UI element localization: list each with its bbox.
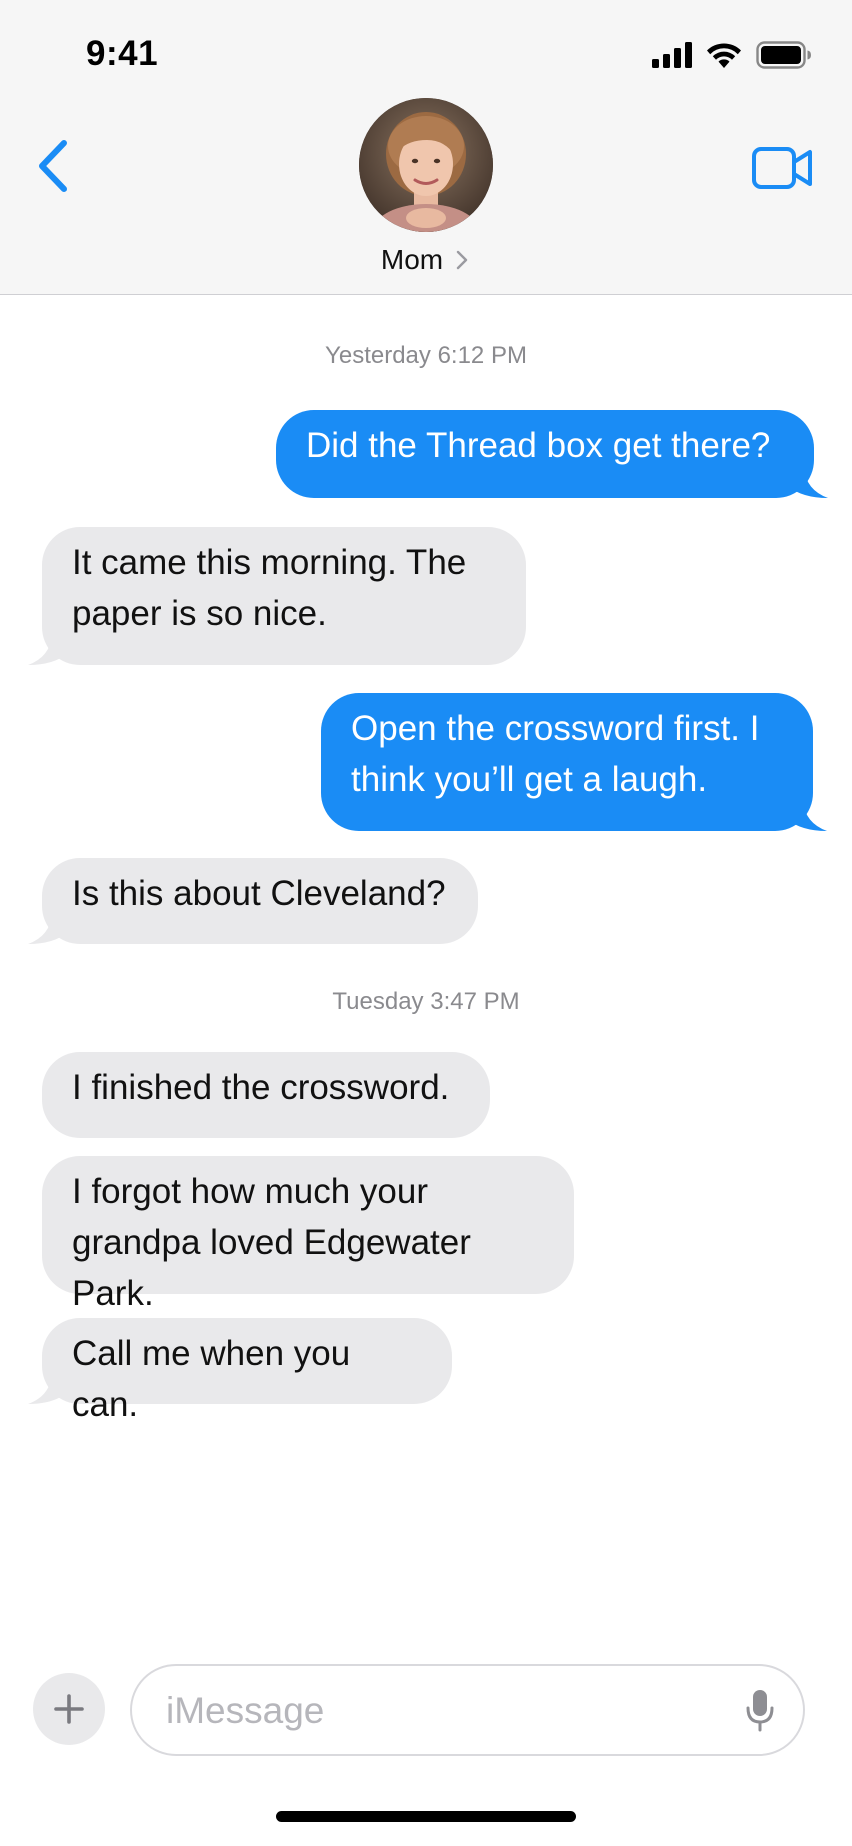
wifi-icon bbox=[707, 42, 741, 68]
home-indicator[interactable] bbox=[276, 1811, 576, 1822]
bubble-tail bbox=[788, 468, 828, 498]
message-bubble-incoming[interactable]: I forgot how much your grandpa loved Edg… bbox=[42, 1156, 574, 1313]
add-attachment-button[interactable] bbox=[33, 1673, 105, 1745]
battery-icon bbox=[756, 41, 811, 69]
video-camera-icon bbox=[752, 147, 812, 189]
status-icons bbox=[652, 40, 812, 70]
status-time: 9:41 bbox=[86, 34, 159, 73]
avatar bbox=[359, 98, 493, 232]
message-text: Open the crossword first. I think you’ll… bbox=[351, 709, 760, 799]
message-bubble-outgoing[interactable]: Did the Thread box get there? bbox=[276, 410, 828, 498]
message-bubble-incoming[interactable]: I finished the crossword. bbox=[42, 1052, 490, 1138]
timestamp: Yesterday 6:12 PM bbox=[325, 342, 527, 369]
bubble-tail bbox=[787, 801, 827, 831]
message-text: Is this about Cleveland? bbox=[72, 874, 446, 913]
conversation-header: 9:41 Mom bbox=[0, 0, 852, 295]
message-text: Did the Thread box get there? bbox=[306, 426, 771, 465]
message-text: I forgot how much your grandpa loved Edg… bbox=[72, 1172, 471, 1313]
message-bubble-incoming[interactable]: Call me when you can. bbox=[28, 1318, 452, 1424]
video-call-button[interactable] bbox=[752, 146, 814, 190]
contact-info-button[interactable]: Mom bbox=[0, 98, 852, 276]
timestamp: Tuesday 3:47 PM bbox=[332, 988, 520, 1015]
message-bubble-incoming[interactable]: Is this about Cleveland? bbox=[28, 858, 478, 944]
message-input-field[interactable] bbox=[130, 1664, 805, 1756]
chevron-right-icon bbox=[456, 250, 468, 270]
message-bubble-outgoing[interactable]: Open the crossword first. I think you’ll… bbox=[321, 693, 827, 831]
message-bubble-incoming[interactable]: It came this morning. The paper is so ni… bbox=[28, 527, 526, 665]
message-text: It came this morning. The paper is so ni… bbox=[72, 543, 467, 633]
microphone-icon[interactable] bbox=[745, 1688, 775, 1732]
message-text: Call me when you can. bbox=[72, 1334, 351, 1424]
contact-name-row: Mom bbox=[0, 244, 852, 276]
bubble-tail bbox=[28, 635, 68, 665]
message-input[interactable] bbox=[164, 1666, 728, 1756]
contact-name: Mom bbox=[380, 244, 444, 275]
message-text: I finished the crossword. bbox=[72, 1068, 450, 1107]
bubble-tail bbox=[28, 1374, 68, 1404]
cellular-signal-icon bbox=[652, 42, 692, 68]
contact-photo bbox=[359, 98, 493, 232]
plus-icon bbox=[54, 1694, 84, 1724]
bubble-tail bbox=[28, 914, 68, 944]
